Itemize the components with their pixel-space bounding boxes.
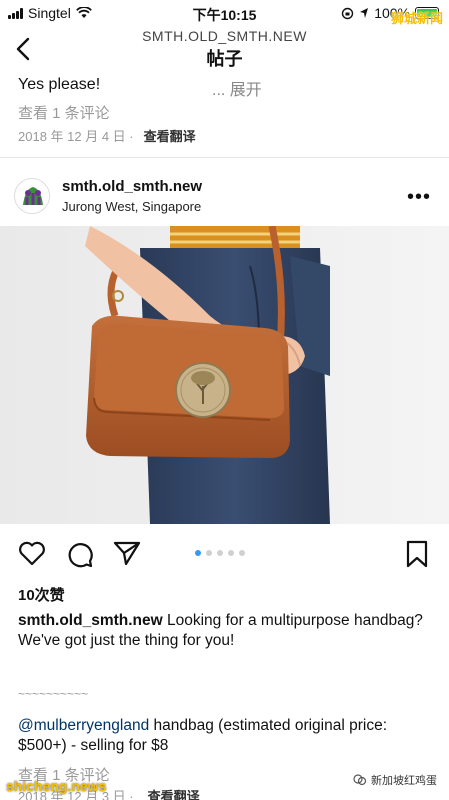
view-comments-link[interactable]: 查看 1 条评论: [18, 102, 438, 124]
nav-bar: SMTH.OLD_SMTH.NEW 帖子: [0, 26, 449, 70]
carousel-indicator: [195, 550, 245, 556]
previous-post-tail: Yes please! ... 展开 查看 1 条评论 2018 年 12 月 …: [18, 76, 438, 146]
translate-link[interactable]: 查看翻译: [144, 129, 196, 144]
previous-caption: Yes please!: [18, 76, 101, 93]
page-title: 帖子: [206, 49, 243, 69]
comment-icon[interactable]: [66, 540, 94, 568]
translate-link[interactable]: 查看翻译: [148, 789, 200, 800]
avatar[interactable]: [14, 178, 50, 214]
carousel-dot: [217, 550, 223, 556]
caption-separator: ~~~~~~~~~~: [18, 687, 89, 701]
carousel-dot: [228, 550, 234, 556]
watermark-brand: 新加坡红鸡蛋: [349, 770, 441, 790]
caption-username[interactable]: smth.old_smth.new: [18, 612, 163, 629]
carousel-dot: [195, 550, 201, 556]
mulberry-logo-icon: [16, 180, 49, 213]
share-icon[interactable]: [113, 540, 141, 566]
wechat-icon: [353, 774, 367, 786]
watermark-brand-text: 新加坡红鸡蛋: [371, 775, 437, 787]
watermark-top: 狮城新闻: [390, 11, 443, 26]
location-arrow-icon: [360, 8, 369, 18]
more-options-icon[interactable]: •••: [407, 186, 431, 209]
previous-post-meta: 2018 年 12 月 4 日 · 查看翻译: [18, 126, 438, 146]
post-actions: [0, 540, 449, 574]
heart-icon[interactable]: [18, 540, 46, 566]
watermark-url: shicheng.news: [6, 778, 107, 794]
orientation-lock-icon: [341, 7, 354, 19]
carousel-dot: [239, 550, 245, 556]
handbag-photo: [0, 226, 449, 524]
post-caption-continued: @mulberryengland handbag (estimated orig…: [18, 716, 433, 756]
expand-link[interactable]: ... 展开: [212, 76, 262, 100]
post-photo[interactable]: [0, 226, 449, 524]
post-caption: smth.old_smth.new Looking for a multipur…: [18, 611, 433, 651]
likes-count[interactable]: 10次赞: [18, 584, 65, 605]
account-handle: SMTH.OLD_SMTH.NEW: [142, 28, 307, 44]
post-date: 2018 年 12 月 4 日 ·: [18, 129, 134, 144]
post-header: smth.old_smth.new Jurong West, Singapore…: [0, 172, 449, 222]
mention-link[interactable]: @mulberryengland: [18, 717, 149, 734]
divider: [0, 157, 449, 158]
post-location[interactable]: Jurong West, Singapore: [62, 199, 201, 214]
carousel-dot: [206, 550, 212, 556]
post-username[interactable]: smth.old_smth.new: [62, 178, 202, 195]
status-bar: Singtel 下午10:15 100% 狮城新闻: [0, 0, 449, 26]
bookmark-icon[interactable]: [405, 540, 429, 568]
